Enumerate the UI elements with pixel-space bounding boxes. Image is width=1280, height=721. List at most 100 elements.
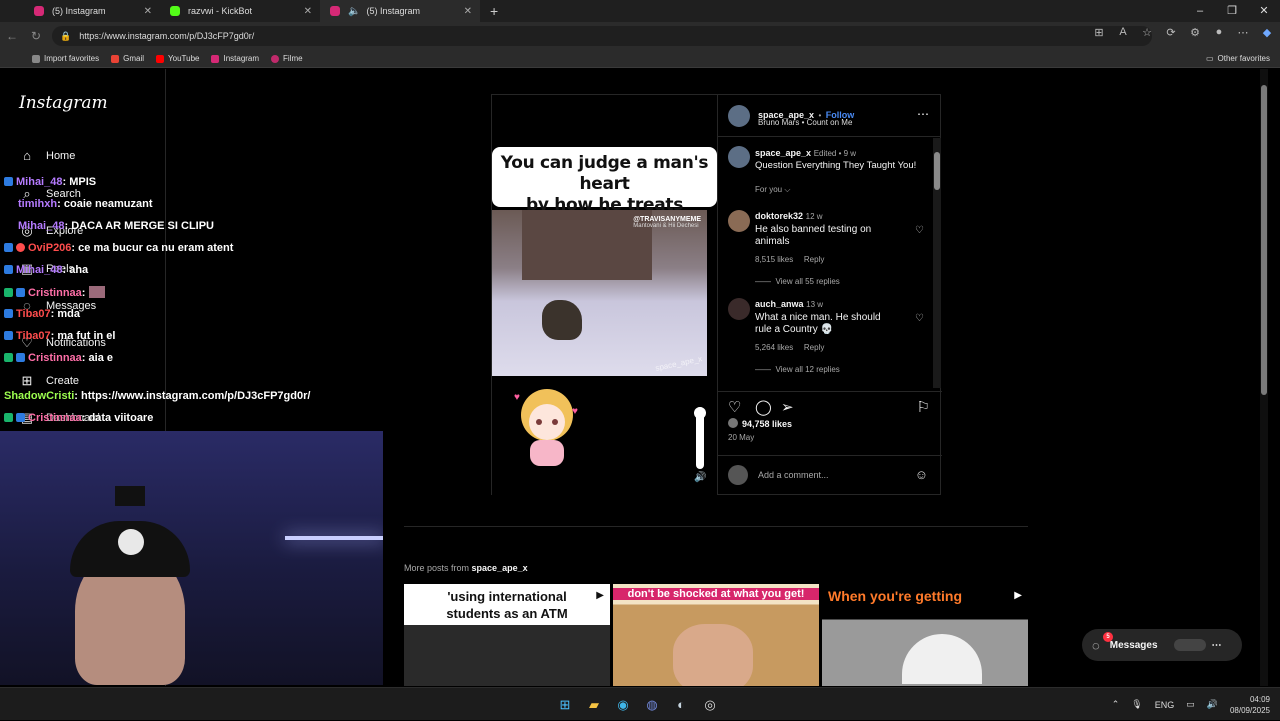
chat-line: Cristinnaa: aia e [4,352,113,364]
messages-button[interactable]: ◌ 5 Messages ⋯ [1082,629,1242,661]
apps-icon[interactable]: ⊞ [1092,26,1106,39]
back-icon[interactable]: ← [0,29,24,43]
scrollbar-thumb[interactable] [934,152,940,190]
file-explorer-icon[interactable]: ▰ [584,695,604,715]
tab-kickbot[interactable]: razvwi - KickBot ✕ [160,0,320,22]
tab-instagram-1[interactable]: (5) Instagram ✕ [0,0,160,22]
sidebar-item-home[interactable]: ⌂ Home [18,148,75,163]
comment-icon[interactable]: ◯ [755,398,772,416]
maximize-button[interactable]: ❐ [1216,0,1248,22]
cap-logo [118,529,144,555]
window-controls: – ❐ ✕ [1184,0,1280,22]
for-you-dropdown[interactable]: For you ⌵ [755,185,790,195]
language-indicator[interactable]: ENG [1155,700,1175,710]
author-avatar[interactable] [728,105,750,127]
comment-avatar[interactable] [728,298,750,320]
copilot-icon[interactable]: ◆ [1260,26,1274,39]
chevron-up-icon[interactable]: ⌃ [1112,699,1120,710]
refresh-icon[interactable]: ↻ [24,29,48,43]
watermark-subtext: Mantovani & Hii Dechesi [633,223,699,229]
import-icon [32,54,40,63]
network-icon[interactable]: ▭ [1186,699,1195,710]
speaker-icon[interactable]: 🔈 [348,6,360,17]
liker-avatar [728,418,738,428]
close-tab-icon[interactable]: ✕ [304,6,312,17]
url-field[interactable]: 🔒 https://www.instagram.com/p/DJ3cFP7gd0… [52,26,1152,46]
chat-line: Mihai_48: aha [4,264,88,276]
read-aloud-icon[interactable]: A [1116,26,1130,39]
comment-username[interactable]: doktorek32 [755,211,803,221]
like-comment-icon[interactable]: ♡ [915,313,924,324]
clock[interactable]: 04:09 08/09/2025 [1230,694,1270,716]
caption-username[interactable]: space_ape_x [755,148,811,158]
comment-input[interactable]: Add a comment... [758,470,829,480]
favorite-star-icon[interactable]: ☆ [1140,26,1154,39]
volume-knob[interactable] [694,407,706,419]
post-thumbnail[interactable]: don't be shocked at what you get! [613,584,819,686]
close-window-button[interactable]: ✕ [1248,0,1280,22]
close-tab-icon[interactable]: ✕ [144,6,152,17]
microphone-icon[interactable]: 🎙 [1131,699,1142,710]
collections-icon[interactable]: ⚙ [1188,26,1202,39]
obs-icon[interactable]: ◎ [700,695,720,715]
edge-icon[interactable]: ◉ [613,695,633,715]
favorite-instagram[interactable]: Instagram [211,54,259,63]
comment-likes[interactable]: 5,264 likes [755,343,793,352]
chevron-down-icon: ⌵ [784,185,791,194]
volume-icon[interactable]: 🔊 [694,472,706,483]
like-icon[interactable]: ♡ [728,398,741,416]
post-side-panel: space_ape_x • Follow Bruno Mars • Count … [717,95,942,495]
chat-badge [4,309,13,318]
new-tab-button[interactable]: + [490,3,498,19]
emoji-icon[interactable]: ☺ [915,467,928,482]
comment-avatar[interactable] [728,210,750,232]
like-comment-icon[interactable]: ♡ [915,225,924,236]
other-favorites[interactable]: ▭ Other favorites [1206,54,1270,63]
browser-toolbar-icons: ⊞ A ☆ ⟳ ⚙ ● ⋯ ◆ [1092,26,1274,39]
comments-scrollbar[interactable] [933,138,941,388]
more-options-icon[interactable]: ⋯ [917,107,929,121]
favorite-gmail[interactable]: Gmail [111,54,144,63]
page-scrollbar[interactable] [1260,69,1268,686]
favorite-import[interactable]: Import favorites [32,54,99,63]
extensions-icon[interactable]: ⟳ [1164,26,1178,39]
share-icon[interactable]: ➢ [781,398,794,416]
chat-msg: https://www.instagram.com/p/DJ3cFP7gd0r/ [81,390,311,402]
bookmark-icon[interactable]: ⚐ [917,398,930,416]
comment-username[interactable]: auch_anwa [755,299,804,309]
post-thumbnail[interactable]: 'using international students as an ATM … [404,584,610,686]
comment-item: doktorek32 12 w He also banned testing o… [755,210,871,288]
chat-badge [16,288,25,297]
page-scrollbar-thumb[interactable] [1261,85,1267,395]
favorite-youtube[interactable]: YouTube [156,54,199,63]
discord-icon[interactable]: ◍ [642,695,662,715]
chat-line: Mihai_48: MPIS [4,176,96,188]
more-posts-user[interactable]: space_ape_x [472,563,528,573]
favorite-filme[interactable]: Filme [271,54,303,63]
video-watermark: @TRAVISANYMEME Mantovani & Hii Dechesi [633,216,701,229]
close-tab-icon[interactable]: ✕ [464,6,472,17]
reel-icon: ▶ [1014,590,1022,601]
reply-button[interactable]: Reply [804,343,824,352]
caption-avatar[interactable] [728,146,750,168]
likes-count[interactable]: 94,758 likes [728,418,792,429]
video-frame[interactable]: @TRAVISANYMEME Mantovani & Hii Dechesi s… [492,210,707,376]
comment-likes[interactable]: 8,515 likes [755,255,793,264]
more-icon[interactable]: ⋯ [1236,26,1250,39]
post-thumbnail[interactable]: When you're getting ▶ [822,584,1028,686]
view-replies[interactable]: —— View all 12 replies [755,364,881,376]
reply-button[interactable]: Reply [804,255,824,264]
profile-icon[interactable]: ● [1212,26,1226,39]
minimize-button[interactable]: – [1184,0,1216,22]
tab-instagram-2[interactable]: 🔈 (5) Instagram ✕ [320,0,480,22]
windows-start-icon[interactable]: ⊞ [555,695,575,715]
post-media[interactable]: You can judge a man's heart by how he tr… [492,95,717,495]
favorite-label: YouTube [168,54,200,63]
sidebar-item-create[interactable]: ⊞ Create [18,373,79,389]
volume-tray-icon[interactable]: 🔊 [1207,699,1218,710]
instagram-logo[interactable]: Instagram [19,93,108,113]
steam-icon[interactable]: ◐ [671,695,691,715]
view-replies[interactable]: —— View all 55 replies [755,276,871,288]
audio-track[interactable]: Bruno Mars • Count on Me [758,118,852,127]
chat-badge [4,288,13,297]
